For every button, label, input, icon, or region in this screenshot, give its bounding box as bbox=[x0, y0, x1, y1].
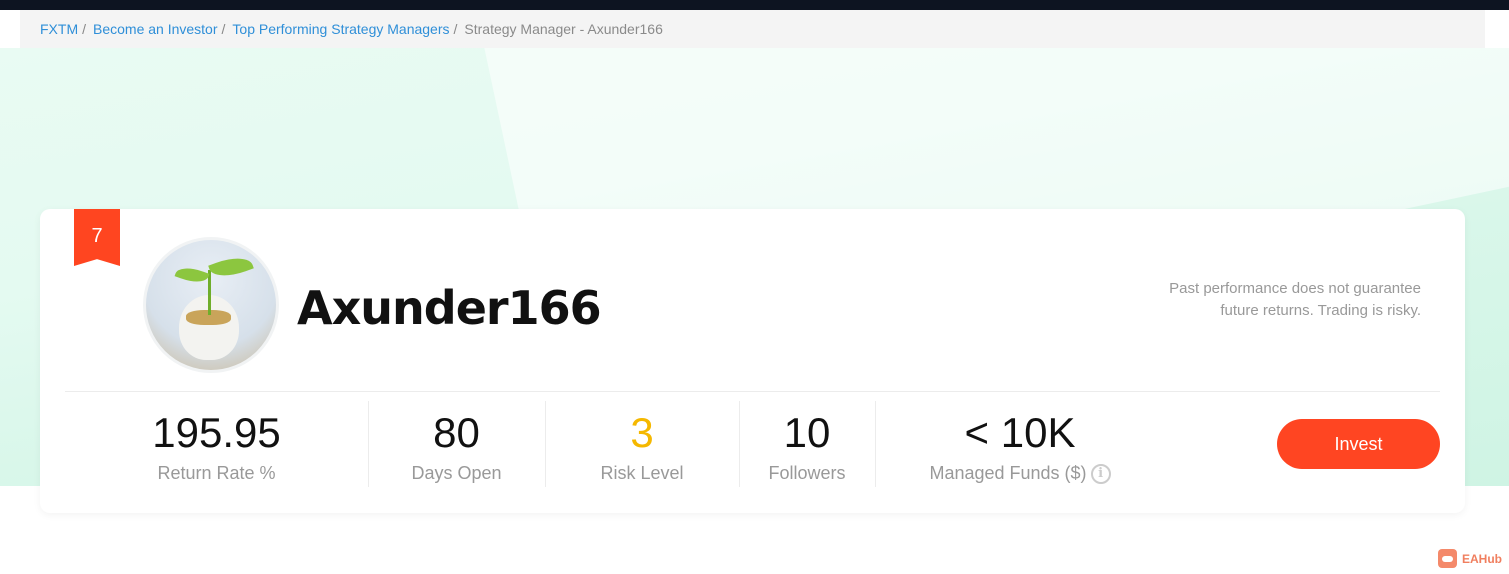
avatar bbox=[143, 237, 279, 373]
breadcrumb-separator: / bbox=[82, 21, 86, 37]
breadcrumb-fxtm[interactable]: FXTM bbox=[40, 21, 78, 37]
stat-value: < 10K bbox=[964, 409, 1076, 456]
stat-days-open: 80 Days Open bbox=[368, 401, 545, 487]
stat-label: Managed Funds ($) bbox=[929, 463, 1087, 483]
stat-label: Return Rate % bbox=[157, 463, 276, 483]
stat-label: Risk Level bbox=[600, 463, 684, 483]
rank-badge: 7 bbox=[74, 209, 120, 266]
stat-value: 195.95 bbox=[152, 409, 281, 456]
stat-followers: 10 Followers bbox=[739, 401, 875, 487]
breadcrumb-current: Strategy Manager - Axunder166 bbox=[464, 21, 663, 37]
stat-return-rate: 195.95 Return Rate % bbox=[65, 401, 368, 487]
manager-name: Axunder166 bbox=[297, 281, 602, 335]
stat-label: Followers bbox=[768, 463, 846, 483]
invest-button[interactable]: Invest bbox=[1277, 419, 1440, 469]
eahub-watermark: EAHub bbox=[1438, 549, 1502, 568]
stat-label: Days Open bbox=[411, 463, 502, 483]
breadcrumb-become-investor[interactable]: Become an Investor bbox=[93, 21, 218, 37]
disclaimer-line: future returns. Trading is risky. bbox=[1220, 302, 1421, 319]
stat-value: 3 bbox=[630, 409, 654, 456]
stat-value: 10 bbox=[783, 409, 831, 456]
divider bbox=[65, 391, 1440, 392]
breadcrumb-separator: / bbox=[221, 21, 226, 37]
stat-managed-funds: < 10K Managed Funds ($) i bbox=[875, 401, 1165, 487]
breadcrumb: FXTM / Become an Investor / Top Performing… bbox=[20, 10, 1485, 48]
info-icon[interactable]: i bbox=[1090, 464, 1111, 485]
stat-value: 80 bbox=[433, 409, 480, 456]
breadcrumb-separator: / bbox=[453, 21, 458, 37]
disclaimer-line: Past performance does not guarantee bbox=[1169, 280, 1421, 297]
top-bar bbox=[0, 0, 1509, 10]
watermark-text: EAHub bbox=[1462, 551, 1502, 566]
stat-risk-level: 3 Risk Level bbox=[545, 401, 739, 487]
eahub-logo-icon bbox=[1438, 549, 1457, 568]
manager-card: 7 Axunder166 Past performance does not g… bbox=[40, 209, 1465, 513]
disclaimer: Past performance does not guarantee futu… bbox=[1121, 278, 1421, 322]
breadcrumb-top-managers[interactable]: Top Performing Strategy Managers bbox=[232, 21, 449, 37]
